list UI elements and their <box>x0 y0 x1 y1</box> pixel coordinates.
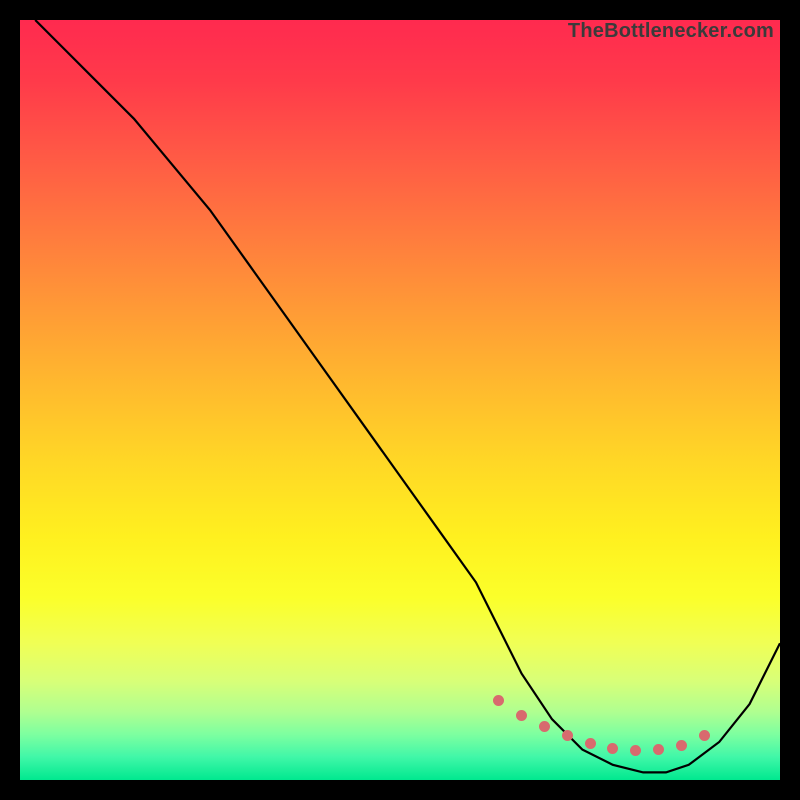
chart-frame: TheBottlenecker.com <box>0 0 800 800</box>
optimal-marker <box>493 695 504 706</box>
optimal-marker <box>539 721 550 732</box>
optimal-marker <box>516 710 527 721</box>
plot-area: TheBottlenecker.com <box>20 20 780 780</box>
optimal-marker <box>607 743 618 754</box>
optimal-marker <box>676 740 687 751</box>
optimal-marker <box>562 730 573 741</box>
watermark-text: TheBottlenecker.com <box>568 20 774 43</box>
optimal-marker <box>699 730 710 741</box>
optimal-marker <box>585 738 596 749</box>
optimal-range-markers <box>20 20 780 780</box>
optimal-marker <box>653 744 664 755</box>
optimal-marker <box>630 745 641 756</box>
